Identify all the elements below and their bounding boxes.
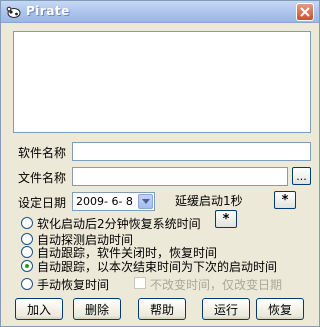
option-radio-soft-restore[interactable]	[21, 217, 33, 229]
help-button[interactable]: 帮助	[138, 298, 186, 320]
cow-icon	[6, 6, 21, 18]
delete-button[interactable]: 删除	[73, 298, 121, 320]
close-icon	[300, 7, 310, 17]
log-area[interactable]	[13, 31, 311, 133]
main-window: Pirate 软件名称 文件名称 ... 设定日期 2009- 6- 8 延缓启…	[0, 0, 320, 327]
close-button[interactable]	[296, 3, 314, 21]
option-label-soft-restore: 软化启动后2分钟恢复系统时间	[37, 217, 201, 231]
software-name-input[interactable]	[72, 142, 311, 161]
option-radio-auto-detect[interactable]	[21, 233, 33, 245]
date-label: 设定日期	[18, 196, 67, 210]
run-button[interactable]: 运行	[202, 298, 250, 320]
file-name-input[interactable]	[72, 167, 288, 186]
title-bar[interactable]: Pirate	[1, 1, 319, 23]
delay-start-label: 延缓启动1秒	[175, 194, 243, 208]
option-label-track-next: 自动跟踪，以本次结束时间为下次的启动时间	[37, 260, 278, 274]
no-change-time-label: 不改变时间，仅改变日期	[150, 278, 283, 292]
restore-button[interactable]: 恢复	[256, 298, 304, 320]
date-picker[interactable]: 2009- 6- 8	[72, 192, 155, 211]
delay-set-button[interactable]: *	[274, 191, 296, 209]
chevron-down-icon	[141, 199, 150, 204]
option-radio-track-next[interactable]	[21, 260, 33, 272]
option-set-button[interactable]: *	[215, 210, 237, 228]
software-name-label: 软件名称	[18, 146, 67, 160]
option-radio-manual[interactable]	[21, 278, 33, 290]
option-label-manual: 手动恢复时间	[37, 278, 110, 292]
window-title: Pirate	[26, 4, 70, 18]
file-name-label: 文件名称	[18, 171, 67, 185]
date-value: 2009- 6- 8	[76, 195, 133, 208]
add-button[interactable]: 加入	[15, 298, 63, 320]
option-radio-track-close[interactable]	[21, 246, 33, 258]
browse-button[interactable]: ...	[292, 167, 311, 185]
date-dropdown-button[interactable]	[138, 194, 153, 209]
no-change-time-checkbox[interactable]	[134, 277, 146, 289]
